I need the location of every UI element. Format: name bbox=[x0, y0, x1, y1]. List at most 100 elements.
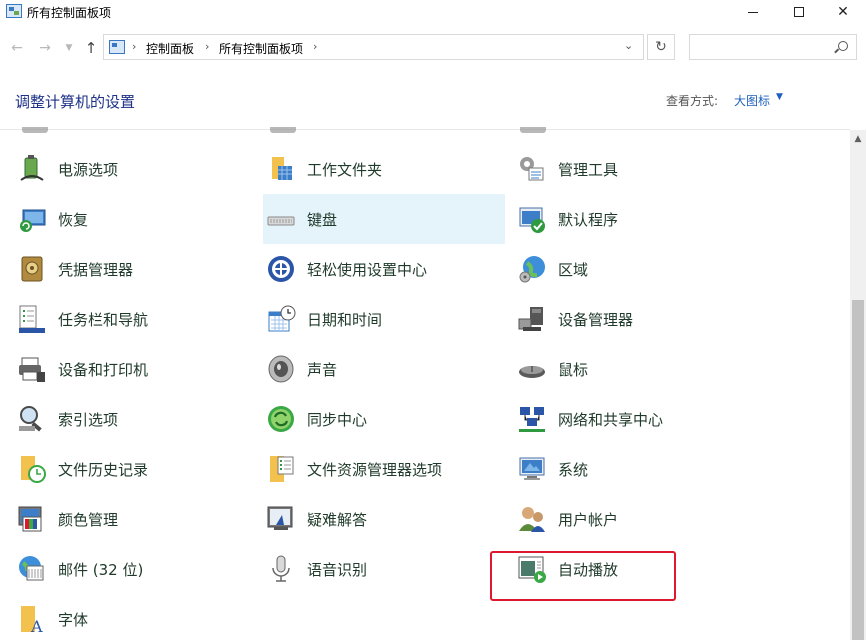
indexing-icon bbox=[16, 403, 48, 435]
vertical-scrollbar[interactable]: ▲ bbox=[850, 130, 866, 640]
color-management-icon bbox=[16, 503, 48, 535]
page-title: 调整计算机的设置 bbox=[15, 93, 136, 111]
network-sharing-icon bbox=[516, 403, 548, 435]
control-panel-item[interactable]: 日期和时间 bbox=[263, 294, 505, 344]
title-bar: 所有控制面板项 ✕ bbox=[0, 0, 866, 24]
back-button[interactable]: ← bbox=[8, 38, 26, 58]
control-panel-item[interactable]: 任务栏和导航 bbox=[14, 294, 256, 344]
keyboard-icon bbox=[265, 203, 297, 235]
control-panel-item-label: 同步中心 bbox=[307, 411, 368, 429]
scroll-up-icon[interactable]: ▲ bbox=[850, 134, 866, 144]
control-panel-item[interactable]: 默认程序 bbox=[514, 194, 756, 244]
control-panel-item-label: 工作文件夹 bbox=[307, 161, 383, 179]
control-panel-item-label: 轻松使用设置中心 bbox=[307, 261, 428, 279]
sync-center-icon bbox=[265, 403, 297, 435]
window-title: 所有控制面板项 bbox=[27, 6, 112, 20]
address-history-dropdown[interactable]: ⌄ bbox=[624, 39, 633, 52]
system-icon bbox=[516, 453, 548, 485]
control-panel-item[interactable]: 设备和打印机 bbox=[14, 344, 256, 394]
caret-down-icon[interactable]: ▼ bbox=[776, 92, 783, 102]
minimize-button[interactable] bbox=[730, 0, 776, 24]
control-panel-item-label: 系统 bbox=[558, 461, 589, 479]
control-panel-item-label: 文件历史记录 bbox=[58, 461, 149, 479]
control-panel-item[interactable]: 键盘 bbox=[263, 194, 505, 244]
chevron-right-icon[interactable]: › bbox=[205, 40, 209, 53]
forward-button[interactable]: → bbox=[36, 38, 54, 58]
control-panel-item[interactable]: 索引选项 bbox=[14, 394, 256, 444]
control-panel-item[interactable]: 用户帐户 bbox=[514, 494, 756, 544]
refresh-icon: ↻ bbox=[655, 39, 667, 55]
control-panel-item-label: 鼠标 bbox=[558, 361, 589, 379]
control-panel-item-label: 疑难解答 bbox=[307, 511, 368, 529]
close-icon: ✕ bbox=[837, 4, 849, 20]
svg-text:A: A bbox=[30, 617, 43, 634]
control-panel-item[interactable]: 文件资源管理器选项 bbox=[263, 444, 505, 494]
control-panel-item-label: 语音识别 bbox=[307, 561, 368, 579]
highlight-box bbox=[490, 551, 676, 601]
control-panel-item-label: 字体 bbox=[58, 611, 89, 629]
navigation-bar: ← → ▼ ↑ › 控制面板 › 所有控制面板项 › ⌄ ↻ bbox=[0, 28, 866, 68]
chevron-right-icon[interactable]: › bbox=[313, 40, 317, 53]
control-panel-item[interactable]: 文件历史记录 bbox=[14, 444, 256, 494]
close-button[interactable]: ✕ bbox=[820, 0, 866, 24]
power-options-icon bbox=[16, 153, 48, 185]
recent-locations-button[interactable]: ▼ bbox=[60, 38, 78, 58]
control-panel-item[interactable]: 网络和共享中心 bbox=[514, 394, 756, 444]
control-panel-item[interactable]: 鼠标 bbox=[514, 344, 756, 394]
sound-icon bbox=[265, 353, 297, 385]
fonts-icon: A bbox=[16, 603, 48, 635]
control-panel-item-label: 键盘 bbox=[307, 211, 338, 229]
forward-arrow-icon: → bbox=[39, 40, 51, 56]
speech-recognition-icon bbox=[265, 553, 297, 585]
header-divider bbox=[0, 129, 850, 130]
control-panel-item[interactable]: 管理工具 bbox=[514, 144, 756, 194]
scroll-thumb[interactable] bbox=[852, 300, 864, 640]
partial-item-icon bbox=[270, 127, 296, 133]
refresh-button[interactable]: ↻ bbox=[647, 34, 675, 60]
region-icon bbox=[516, 253, 548, 285]
back-arrow-icon: ← bbox=[11, 40, 23, 56]
control-panel-item-label: 用户帐户 bbox=[558, 511, 619, 529]
search-input[interactable] bbox=[689, 34, 857, 60]
control-panel-item-label: 默认程序 bbox=[558, 211, 619, 229]
breadcrumb-all-items[interactable]: 所有控制面板项 bbox=[219, 40, 303, 57]
control-panel-item[interactable]: 区域 bbox=[514, 244, 756, 294]
control-panel-item-label: 设备管理器 bbox=[558, 311, 634, 329]
admin-tools-icon bbox=[516, 153, 548, 185]
control-panel-item[interactable]: 邮件 (32 位) bbox=[14, 544, 256, 594]
mouse-icon bbox=[516, 353, 548, 385]
control-panel-item-label: 凭据管理器 bbox=[58, 261, 134, 279]
control-panel-item[interactable]: 凭据管理器 bbox=[14, 244, 256, 294]
default-programs-icon bbox=[516, 203, 548, 235]
view-by-dropdown[interactable]: 大图标 bbox=[734, 92, 770, 109]
control-panel-item[interactable]: 设备管理器 bbox=[514, 294, 756, 344]
user-accounts-icon bbox=[516, 503, 548, 535]
control-panel-item-label: 任务栏和导航 bbox=[58, 311, 149, 329]
control-panel-item-label: 索引选项 bbox=[58, 411, 119, 429]
breadcrumb-control-panel[interactable]: 控制面板 bbox=[146, 40, 194, 57]
control-panel-item[interactable]: 系统 bbox=[514, 444, 756, 494]
control-panel-item[interactable]: 疑难解答 bbox=[263, 494, 505, 544]
control-panel-item[interactable]: 颜色管理 bbox=[14, 494, 256, 544]
control-panel-item[interactable]: 轻松使用设置中心 bbox=[263, 244, 505, 294]
chevron-right-icon[interactable]: › bbox=[132, 40, 136, 53]
control-panel-item[interactable]: A 字体 bbox=[14, 594, 256, 640]
up-button[interactable]: ↑ bbox=[82, 38, 100, 58]
explorer-options-icon bbox=[265, 453, 297, 485]
devices-printers-icon bbox=[16, 353, 48, 385]
control-panel-item[interactable]: 电源选项 bbox=[14, 144, 256, 194]
credential-manager-icon bbox=[16, 253, 48, 285]
control-panel-icon bbox=[6, 4, 22, 18]
recovery-icon bbox=[16, 203, 48, 235]
maximize-button[interactable] bbox=[776, 0, 822, 24]
control-panel-item[interactable]: 同步中心 bbox=[263, 394, 505, 444]
device-manager-icon bbox=[516, 303, 548, 335]
control-panel-item[interactable]: 恢复 bbox=[14, 194, 256, 244]
search-icon bbox=[838, 41, 848, 51]
control-panel-item[interactable]: 声音 bbox=[263, 344, 505, 394]
address-bar[interactable]: › 控制面板 › 所有控制面板项 › ⌄ bbox=[103, 34, 644, 60]
date-time-icon bbox=[265, 303, 297, 335]
control-panel-item[interactable]: 工作文件夹 bbox=[263, 144, 505, 194]
partial-item-icon bbox=[520, 127, 546, 133]
control-panel-item[interactable]: 语音识别 bbox=[263, 544, 505, 594]
